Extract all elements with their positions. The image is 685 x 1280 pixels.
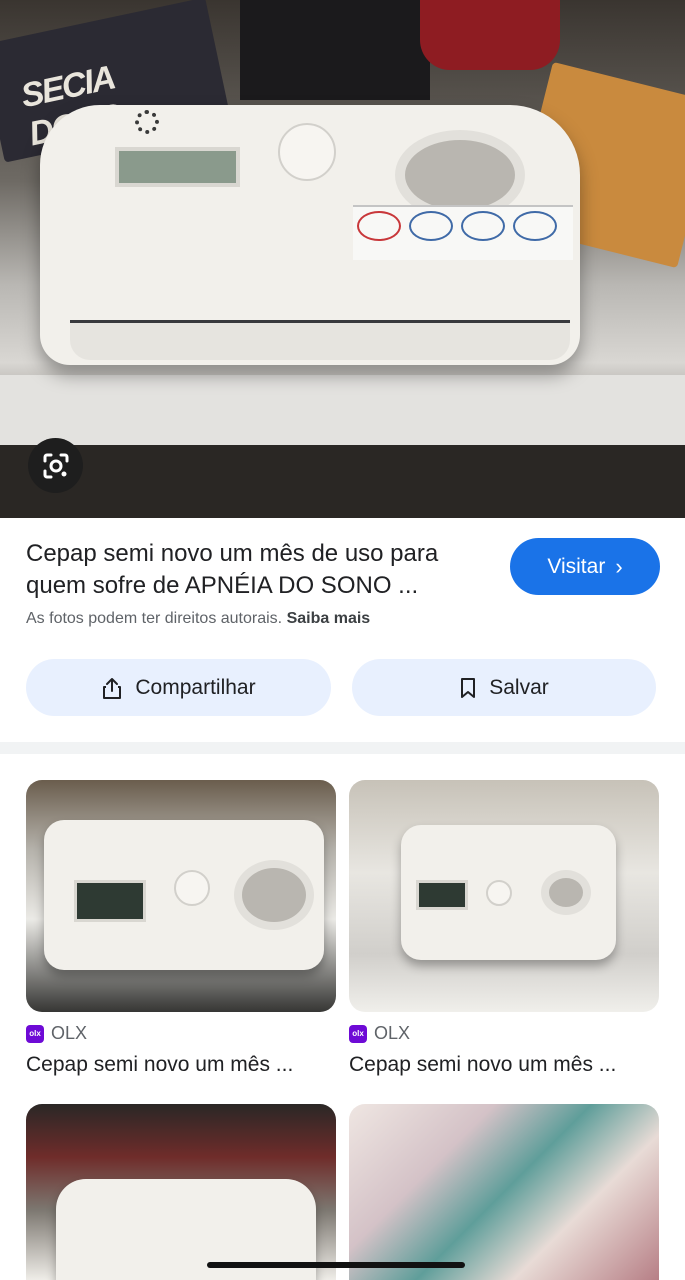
cpap-device [44,820,324,970]
device-port [234,860,314,930]
shelf [0,375,685,445]
copyright-text: As fotos podem ter direitos autorais. [26,610,283,627]
device-screen [74,880,146,922]
home-indicator[interactable] [207,1262,465,1268]
related-image-3[interactable] [26,1104,336,1280]
share-button[interactable]: Compartilhar [26,659,331,716]
cpap-device [40,105,580,365]
share-icon [103,677,122,699]
device-port [541,870,591,915]
source-name: OLX [374,1023,411,1043]
source-label: olx OLX [26,1023,87,1044]
source-name: OLX [51,1023,88,1043]
visit-label: Visitar [547,554,606,578]
related-image-4[interactable] [349,1104,659,1280]
learn-more-link[interactable]: Saiba mais [287,610,371,627]
related-caption[interactable]: Cepap semi novo um mês ... [26,1053,326,1077]
bookmark-icon [461,677,476,698]
device-logo [135,110,159,134]
section-divider [0,742,685,754]
device-knob [174,870,210,906]
related-caption[interactable]: Cepap semi novo um mês ... [349,1053,649,1077]
visit-button[interactable]: Visitar › [510,538,660,595]
device-screen [115,147,240,187]
device-knob [278,123,336,181]
olx-icon: olx [349,1024,367,1043]
save-button[interactable]: Salvar [352,659,656,716]
device-base [70,320,570,360]
copyright-notice: As fotos podem ter direitos autorais. Sa… [26,610,370,628]
share-label: Compartilhar [135,675,256,699]
related-image-2[interactable] [349,780,659,1012]
result-title[interactable]: Cepap semi novo um mês de uso para quem … [26,538,496,602]
background-box [240,0,430,100]
save-label: Salvar [489,675,549,699]
related-image-1[interactable] [26,780,336,1012]
shelf-shadow [0,445,685,518]
source-label: olx OLX [349,1023,410,1044]
device-screen [416,880,468,910]
chevron-right-icon: › [615,553,623,579]
cpap-device [401,825,616,960]
google-lens-button[interactable] [28,438,83,493]
device-warning-labels [353,205,573,260]
device-knob [486,880,512,906]
olx-icon: olx [26,1024,44,1043]
main-image[interactable]: SECIADOCO [0,0,685,518]
background-bag [420,0,560,70]
google-lens-icon [43,453,68,478]
